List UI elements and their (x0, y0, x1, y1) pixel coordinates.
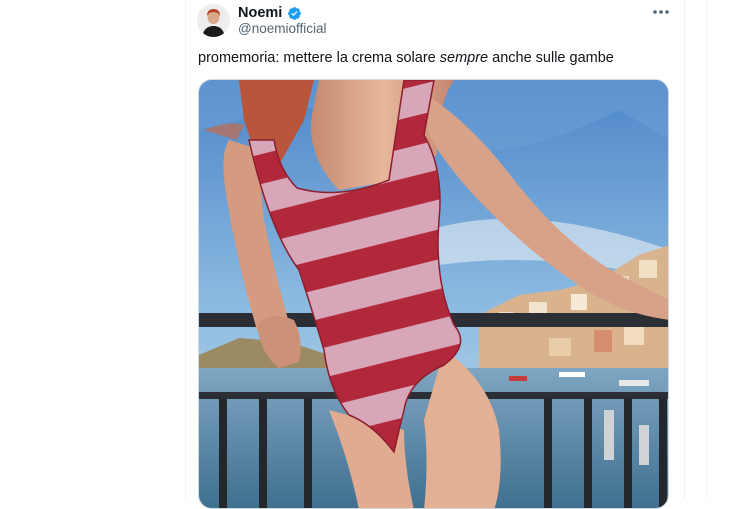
author-row[interactable]: Noemi (238, 4, 302, 22)
tweet-photo[interactable] (198, 79, 669, 509)
right-gutter (685, 0, 740, 500)
timeline-border-left (185, 0, 186, 500)
tweet-text-part: anche sulle gambe (488, 50, 614, 66)
avatar[interactable] (197, 4, 230, 37)
more-options-button[interactable] (648, 2, 674, 22)
more-horizontal-icon (653, 10, 669, 14)
sidebar-border (706, 0, 707, 500)
tweet-text-part: promemoria: mettere la crema solare (198, 50, 440, 66)
tweet-text: promemoria: mettere la crema solare semp… (198, 50, 614, 66)
tweet-text-emphasis: sempre (439, 50, 489, 66)
author-name[interactable]: Noemi (238, 5, 282, 21)
avatar-image (197, 4, 230, 37)
left-gutter (0, 0, 185, 500)
author-handle[interactable]: @noemiofficial (238, 21, 327, 36)
photo-woman-sequin-swimsuit (199, 80, 668, 508)
verified-badge-icon (288, 6, 302, 20)
